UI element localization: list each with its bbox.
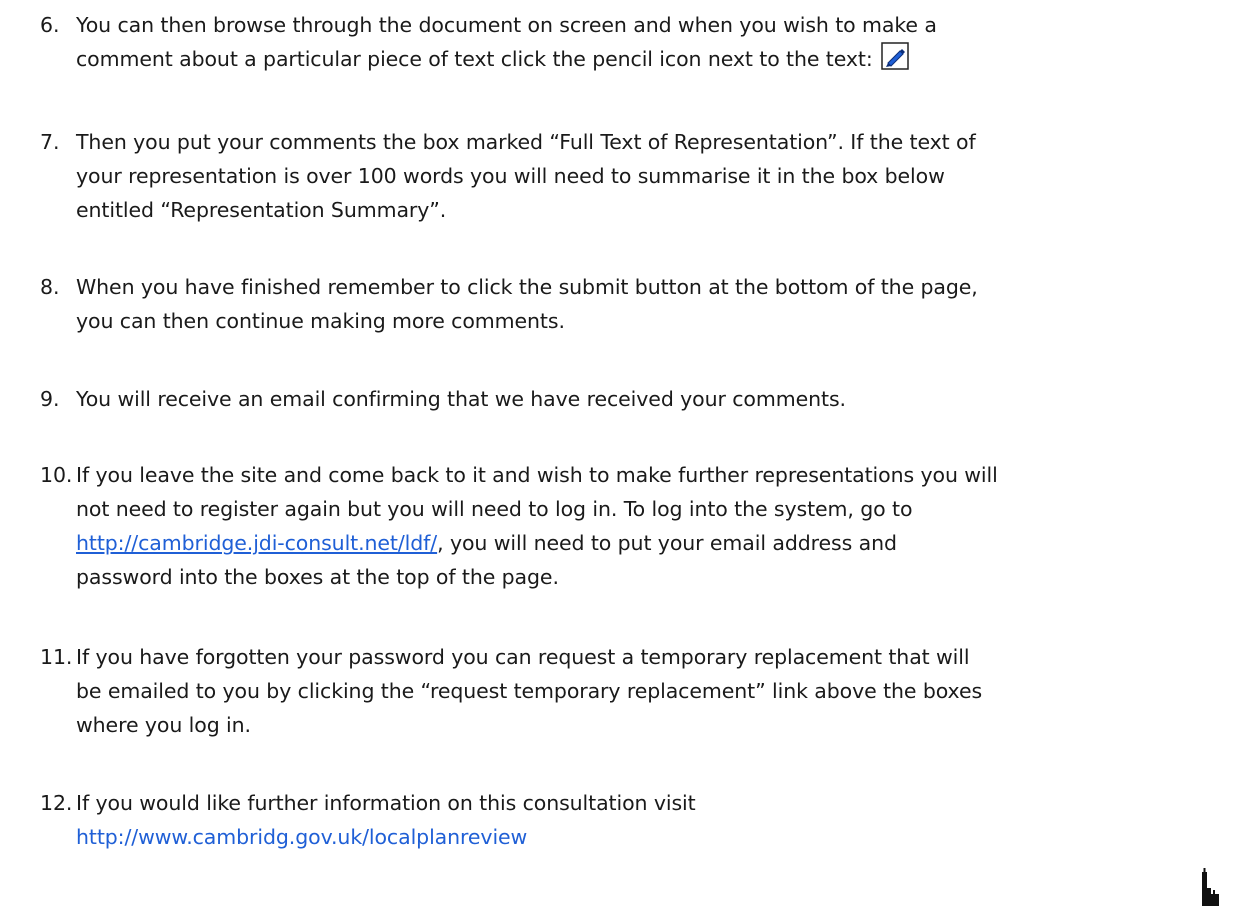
text-line: comment about a particular piece of text… [76,47,873,71]
logo-icon [1202,868,1219,906]
list-number: 7. [40,130,60,154]
text-line: If you leave the site and come back to i… [76,463,998,487]
document-page: 6. You can then browse through the docum… [0,0,1243,906]
ldf-login-link[interactable]: http://cambridge.jdi-consult.net/ldf/ [76,531,437,555]
list-number: 11. [40,645,73,669]
text-line: you can then continue making more commen… [76,309,565,333]
text-line: You can then browse through the document… [76,13,937,37]
text-line: When you have finished remember to click… [76,275,978,299]
list-item-10: 10. If you leave the site and come back … [40,458,1220,594]
list-item-11: 11. If you have forgotten your password … [40,640,1220,742]
text-line: , you will need to put your email addres… [437,531,897,555]
text-line: You will receive an email confirming tha… [76,387,846,411]
list-item-12: 12. If you would like further informatio… [40,786,1220,854]
text-line: If you have forgotten your password you … [76,645,970,669]
text-line: password into the boxes at the top of th… [76,565,559,589]
list-number: 12. [40,791,73,815]
list-item-9: 9. You will receive an email confirming … [40,382,1220,416]
list-item-7: 7. Then you put your comments the box ma… [40,125,1220,227]
list-item-8: 8. When you have finished remember to cl… [40,270,1220,338]
text-line: entitled “Representation Summary”. [76,198,447,222]
text-line: your representation is over 100 words yo… [76,164,945,188]
text-line: Then you put your comments the box marke… [76,130,976,154]
text-line: where you log in. [76,713,251,737]
list-number: 10. [40,463,73,487]
list-number: 9. [40,387,60,411]
list-number: 8. [40,275,60,299]
pencil-icon [881,42,909,70]
text-line: be emailed to you by clicking the “reque… [76,679,983,703]
localplanreview-link[interactable]: http://www.cambridg.gov.uk/localplanrevi… [76,825,527,849]
list-number: 6. [40,13,60,37]
text-line: If you would like further information on… [76,791,696,815]
list-item-6: 6. You can then browse through the docum… [40,8,1220,76]
text-line: not need to register again but you will … [76,497,913,521]
